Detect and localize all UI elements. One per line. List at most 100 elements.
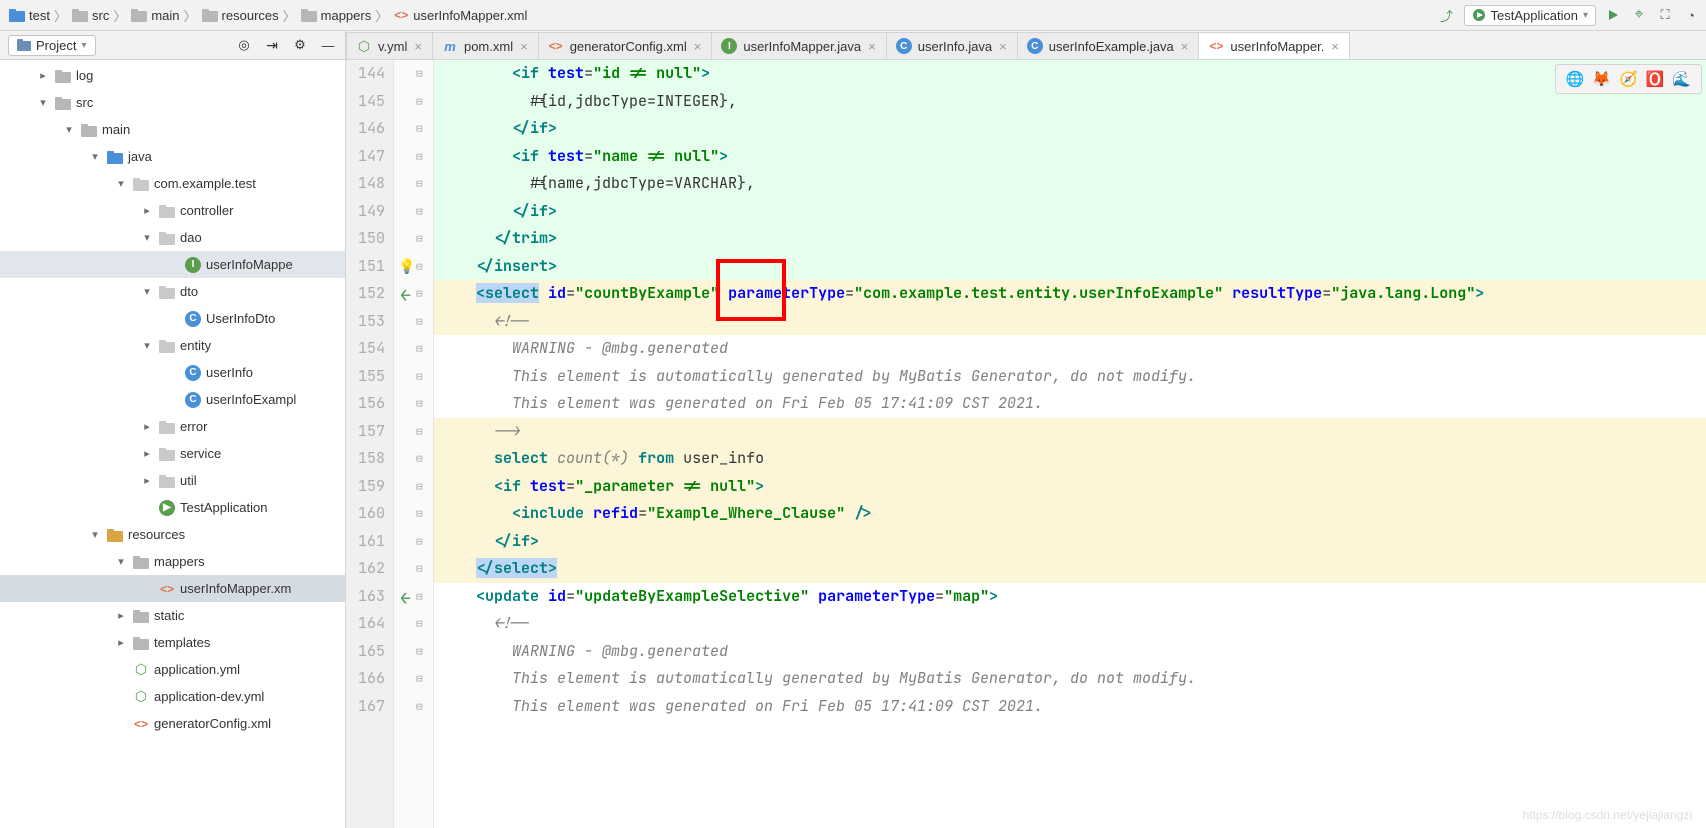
firefox-icon[interactable]: 🦊 bbox=[1592, 69, 1611, 89]
edge-icon[interactable]: 🌊 bbox=[1672, 69, 1691, 89]
locate-icon[interactable]: ◎ bbox=[235, 36, 253, 54]
fold-icon[interactable]: ⊟ bbox=[416, 315, 423, 329]
tree-item[interactable]: ▸error bbox=[0, 413, 345, 440]
code-line[interactable]: <select id="countByExample" parameterTyp… bbox=[434, 280, 1706, 308]
code-line[interactable]: <update id="updateByExampleSelective" pa… bbox=[434, 583, 1706, 611]
marker-bar[interactable]: ⊟⊟⊟⊟⊟⊟⊟💡⊟←⊟⊟⊟⊟⊟⊟⊟⊟⊟⊟⊟←⊟⊟⊟⊟⊟ bbox=[394, 60, 434, 828]
chrome-icon[interactable]: 🌐 bbox=[1566, 69, 1585, 89]
code-line[interactable]: #{id,jdbcType=INTEGER}, bbox=[434, 88, 1706, 116]
fold-icon[interactable]: ⊟ bbox=[416, 672, 423, 686]
fold-icon[interactable]: ⊟ bbox=[416, 122, 423, 136]
code-line[interactable]: </insert> bbox=[434, 253, 1706, 281]
tree-item[interactable]: ⬡application-dev.yml bbox=[0, 683, 345, 710]
safari-icon[interactable]: 🧭 bbox=[1619, 69, 1638, 89]
fold-icon[interactable]: ⊟ bbox=[416, 67, 423, 81]
tree-twisty[interactable]: ▸ bbox=[36, 69, 50, 82]
code-line[interactable]: </trim> bbox=[434, 225, 1706, 253]
tree-item[interactable]: CuserInfoExampl bbox=[0, 386, 345, 413]
tree-item[interactable]: ▸util bbox=[0, 467, 345, 494]
tree-twisty[interactable]: ▾ bbox=[140, 285, 154, 298]
code-line[interactable]: <if test="id != null"> bbox=[434, 60, 1706, 88]
code-line[interactable]: WARNING - @mbg.generated bbox=[434, 638, 1706, 666]
browser-preview-bar[interactable]: 🌐 🦊 🧭 🅾️ 🌊 bbox=[1555, 64, 1702, 94]
run-config-select[interactable]: TestApplication ▾ bbox=[1464, 5, 1596, 26]
fold-icon[interactable]: ⊟ bbox=[416, 177, 423, 191]
breadcrumb-item[interactable]: resources bbox=[199, 8, 281, 23]
fold-icon[interactable]: ⊟ bbox=[416, 507, 423, 521]
code-line[interactable]: </if> bbox=[434, 115, 1706, 143]
code-line[interactable]: --> bbox=[434, 418, 1706, 446]
close-icon[interactable]: × bbox=[866, 39, 878, 54]
tree-item[interactable]: ▸static bbox=[0, 602, 345, 629]
code-line[interactable]: This element is automatically generated … bbox=[434, 363, 1706, 391]
hide-icon[interactable]: — bbox=[319, 36, 337, 54]
opera-icon[interactable]: 🅾️ bbox=[1646, 69, 1665, 89]
tree-item[interactable]: ▾src bbox=[0, 89, 345, 116]
tree-item[interactable]: ▾main bbox=[0, 116, 345, 143]
editor-tab[interactable]: IuserInfoMapper.java× bbox=[711, 32, 886, 59]
fold-icon[interactable]: ⊟ bbox=[416, 342, 423, 356]
fold-icon[interactable]: ⊟ bbox=[416, 590, 423, 604]
collapse-icon[interactable]: ⇥ bbox=[263, 36, 281, 54]
editor-tab[interactable]: CuserInfo.java× bbox=[886, 32, 1018, 59]
fold-icon[interactable]: ⊟ bbox=[416, 617, 423, 631]
fold-icon[interactable]: ⊟ bbox=[416, 232, 423, 246]
breadcrumb-item[interactable]: <>userInfoMapper.xml bbox=[390, 8, 529, 23]
fold-icon[interactable]: ⊟ bbox=[416, 150, 423, 164]
tree-item[interactable]: ▾mappers bbox=[0, 548, 345, 575]
code-area[interactable]: 🌐 🦊 🧭 🅾️ 🌊 <if test="id != null"> #{id,j… bbox=[434, 60, 1706, 828]
close-icon[interactable]: × bbox=[518, 39, 530, 54]
editor-tab[interactable]: CuserInfoExample.java× bbox=[1017, 32, 1200, 59]
fold-icon[interactable]: ⊟ bbox=[416, 287, 423, 301]
tree-item[interactable]: CuserInfo bbox=[0, 359, 345, 386]
gutter-nav-icon[interactable]: ← bbox=[400, 587, 411, 610]
tree-twisty[interactable]: ▸ bbox=[114, 609, 128, 622]
editor-tab[interactable]: mpom.xml× bbox=[432, 32, 539, 59]
close-icon[interactable]: × bbox=[1179, 39, 1191, 54]
code-line[interactable]: </select> bbox=[434, 555, 1706, 583]
tree-item[interactable]: <>userInfoMapper.xm bbox=[0, 575, 345, 602]
tree-twisty[interactable]: ▸ bbox=[114, 636, 128, 649]
tree-item[interactable]: IuserInfoMappe bbox=[0, 251, 345, 278]
intention-bulb-icon[interactable]: 💡 bbox=[398, 258, 415, 276]
close-icon[interactable]: × bbox=[412, 39, 424, 54]
code-line[interactable]: <include refid="Example_Where_Clause" /> bbox=[434, 500, 1706, 528]
gear-icon[interactable]: ⚙ bbox=[291, 36, 309, 54]
fold-icon[interactable]: ⊟ bbox=[416, 205, 423, 219]
code-line[interactable]: #{name,jdbcType=VARCHAR}, bbox=[434, 170, 1706, 198]
breadcrumb-item[interactable]: src bbox=[69, 8, 111, 23]
code-line[interactable]: This element is automatically generated … bbox=[434, 665, 1706, 693]
tree-item[interactable]: <>generatorConfig.xml bbox=[0, 710, 345, 737]
tree-twisty[interactable]: ▸ bbox=[140, 474, 154, 487]
project-view-select[interactable]: Project ▾ bbox=[8, 35, 96, 56]
close-icon[interactable]: × bbox=[692, 39, 704, 54]
fold-icon[interactable]: ⊟ bbox=[416, 260, 423, 274]
tree-twisty[interactable]: ▸ bbox=[140, 204, 154, 217]
code-line[interactable]: <if test="_parameter != null"> bbox=[434, 473, 1706, 501]
tree-item[interactable]: ▸controller bbox=[0, 197, 345, 224]
fold-icon[interactable]: ⊟ bbox=[416, 452, 423, 466]
profile-icon[interactable]: ◔ bbox=[1682, 6, 1700, 24]
tree-twisty[interactable]: ▸ bbox=[140, 420, 154, 433]
editor-tab[interactable]: <>generatorConfig.xml× bbox=[538, 32, 713, 59]
code-line[interactable]: </if> bbox=[434, 528, 1706, 556]
close-icon[interactable]: × bbox=[997, 39, 1009, 54]
close-icon[interactable]: × bbox=[1329, 39, 1341, 54]
tree-item[interactable]: CUserInfoDto bbox=[0, 305, 345, 332]
code-line[interactable]: WARNING - @mbg.generated bbox=[434, 335, 1706, 363]
tree-item[interactable]: ▾entity bbox=[0, 332, 345, 359]
fold-icon[interactable]: ⊟ bbox=[416, 535, 423, 549]
fold-icon[interactable]: ⊟ bbox=[416, 562, 423, 576]
project-tree[interactable]: ▸log▾src▾main▾java▾com.example.test▸cont… bbox=[0, 60, 345, 828]
tree-item[interactable]: ▾resources bbox=[0, 521, 345, 548]
fold-icon[interactable]: ⊟ bbox=[416, 95, 423, 109]
breadcrumb-item[interactable]: test bbox=[6, 8, 52, 23]
tree-item[interactable]: ▶TestApplication bbox=[0, 494, 345, 521]
tree-twisty[interactable]: ▾ bbox=[140, 231, 154, 244]
tree-twisty[interactable]: ▾ bbox=[114, 177, 128, 190]
tree-item[interactable]: ▾com.example.test bbox=[0, 170, 345, 197]
code-line[interactable]: This element was generated on Fri Feb 05… bbox=[434, 390, 1706, 418]
gutter-nav-icon[interactable]: ← bbox=[400, 284, 411, 307]
code-line[interactable]: <!-- bbox=[434, 610, 1706, 638]
tree-item[interactable]: ▸service bbox=[0, 440, 345, 467]
